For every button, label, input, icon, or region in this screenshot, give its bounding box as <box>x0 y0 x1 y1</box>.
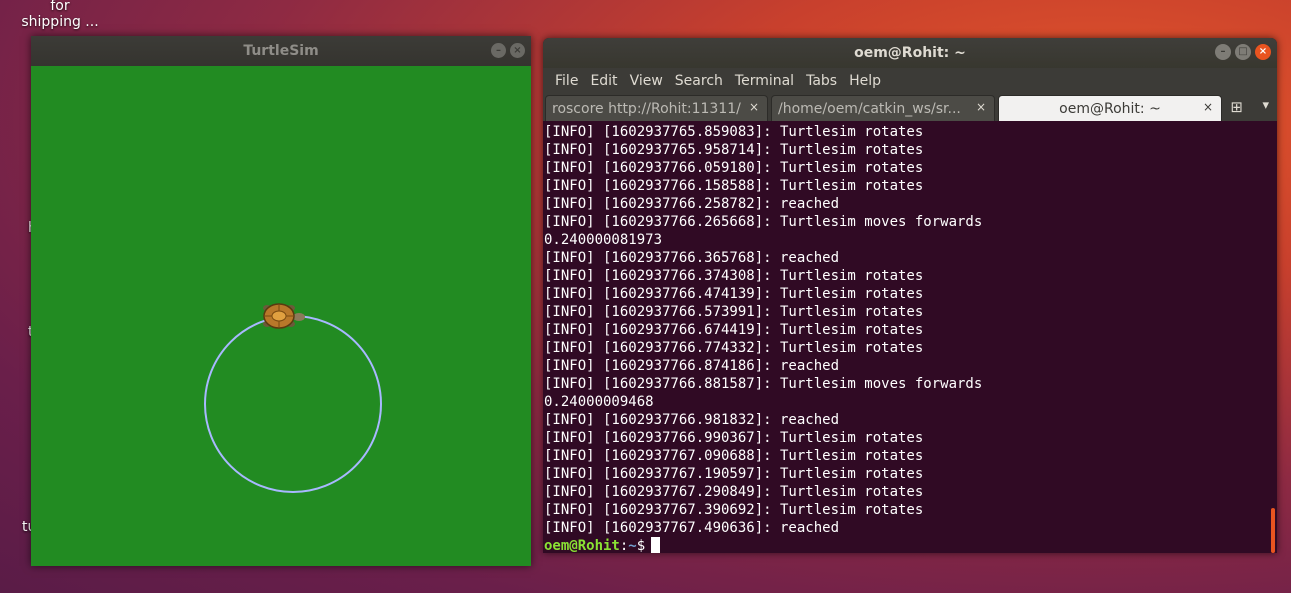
menu-help[interactable]: Help <box>843 73 887 89</box>
terminal-line: [INFO] [1602937766.881587]: Turtlesim mo… <box>544 376 983 392</box>
menu-file[interactable]: File <box>549 73 584 89</box>
terminal-line: [INFO] [1602937767.490636]: reached <box>544 520 840 536</box>
terminal-line: [INFO] [1602937767.390692]: Turtlesim ro… <box>544 502 924 518</box>
close-button[interactable]: × <box>510 43 525 58</box>
minimize-button[interactable]: – <box>1215 44 1231 60</box>
tab-oem-rohit[interactable]: oem@Rohit: ~ × <box>998 95 1222 121</box>
menu-edit[interactable]: Edit <box>584 73 623 89</box>
menu-tabs[interactable]: Tabs <box>800 73 843 89</box>
terminal-line: [INFO] [1602937766.365768]: reached <box>544 250 840 266</box>
turtlesim-window[interactable]: TurtleSim – × <box>31 36 531 566</box>
terminal-line: [INFO] [1602937765.958714]: Turtlesim ro… <box>544 142 924 158</box>
desktop-icon-label-line1: for <box>50 0 70 14</box>
desktop-icon-label-line2: shipping ... <box>21 14 99 30</box>
terminal-line: [INFO] [1602937766.990367]: Turtlesim ro… <box>544 430 924 446</box>
tab-label: roscore http://Rohit:11311/ <box>552 100 741 117</box>
terminal-scrollbar[interactable] <box>1271 508 1275 553</box>
tab-roscore[interactable]: roscore http://Rohit:11311/ × <box>545 95 768 121</box>
terminal-line: [INFO] [1602937766.158588]: Turtlesim ro… <box>544 178 924 194</box>
turtlesim-titlebar[interactable]: TurtleSim – × <box>31 36 531 66</box>
tab-close-icon[interactable]: × <box>1203 100 1213 114</box>
menu-terminal[interactable]: Terminal <box>729 73 800 89</box>
turtlesim-drawing <box>204 303 382 493</box>
terminal-line: [INFO] [1602937766.258782]: reached <box>544 196 840 212</box>
terminal-line: 0.240000081973 <box>544 232 663 248</box>
turtle-icon <box>263 303 305 329</box>
terminal-line: [INFO] [1602937767.190597]: Turtlesim ro… <box>544 466 924 482</box>
close-button[interactable]: × <box>1255 44 1271 60</box>
tab-close-icon[interactable]: × <box>749 100 759 114</box>
minimize-button[interactable]: – <box>491 43 506 58</box>
terminal-line: [INFO] [1602937767.290849]: Turtlesim ro… <box>544 484 924 500</box>
turtlesim-title: TurtleSim <box>243 43 319 59</box>
tab-catkin-ws[interactable]: /home/oem/catkin_ws/sr... × <box>771 95 995 121</box>
prompt-user: oem@Rohit <box>544 538 620 553</box>
terminal-tabbar: roscore http://Rohit:11311/ × /home/oem/… <box>543 93 1277 121</box>
new-tab-icon[interactable]: ⊞ <box>1230 98 1243 116</box>
terminal-line: [INFO] [1602937766.374308]: Turtlesim ro… <box>544 268 924 284</box>
maximize-button[interactable]: □ <box>1235 44 1251 60</box>
terminal-window[interactable]: oem@Rohit: ~ – □ × File Edit View Search… <box>543 38 1277 553</box>
desktop-icon-label[interactable]: for shipping ... <box>20 0 100 30</box>
terminal-output[interactable]: [INFO] [1602937765.859083]: Turtlesim ro… <box>543 121 1277 553</box>
turtle-path <box>204 315 382 493</box>
turtlesim-canvas <box>31 66 531 566</box>
terminal-titlebar[interactable]: oem@Rohit: ~ – □ × <box>543 38 1277 68</box>
tab-label: oem@Rohit: ~ <box>1059 100 1161 117</box>
tabs-menu-icon[interactable]: ▾ <box>1262 98 1269 113</box>
terminal-line: [INFO] [1602937766.265668]: Turtlesim mo… <box>544 214 983 230</box>
terminal-title: oem@Rohit: ~ <box>854 45 966 61</box>
tab-close-icon[interactable]: × <box>976 100 986 114</box>
terminal-line: [INFO] [1602937766.981832]: reached <box>544 412 840 428</box>
terminal-line: [INFO] [1602937766.774332]: Turtlesim ro… <box>544 340 924 356</box>
terminal-line: [INFO] [1602937766.874186]: reached <box>544 358 840 374</box>
tab-label: /home/oem/catkin_ws/sr... <box>778 100 961 117</box>
prompt-symbol: $ <box>636 538 646 553</box>
prompt-path: ~ <box>628 538 637 553</box>
terminal-line: [INFO] [1602937766.474139]: Turtlesim ro… <box>544 286 924 302</box>
terminal-line: [INFO] [1602937767.090688]: Turtlesim ro… <box>544 448 924 464</box>
terminal-line: [INFO] [1602937766.573991]: Turtlesim ro… <box>544 304 924 320</box>
terminal-line: [INFO] [1602937765.859083]: Turtlesim ro… <box>544 124 924 140</box>
terminal-menubar: File Edit View Search Terminal Tabs Help <box>543 68 1277 93</box>
terminal-line: [INFO] [1602937766.059180]: Turtlesim ro… <box>544 160 924 176</box>
menu-view[interactable]: View <box>624 73 669 89</box>
menu-search[interactable]: Search <box>669 73 729 89</box>
terminal-line: 0.24000009468 <box>544 394 654 410</box>
terminal-line: [INFO] [1602937766.674419]: Turtlesim ro… <box>544 322 924 338</box>
text-cursor <box>651 537 661 553</box>
terminal-prompt[interactable]: oem@Rohit:~$ <box>544 537 1277 553</box>
